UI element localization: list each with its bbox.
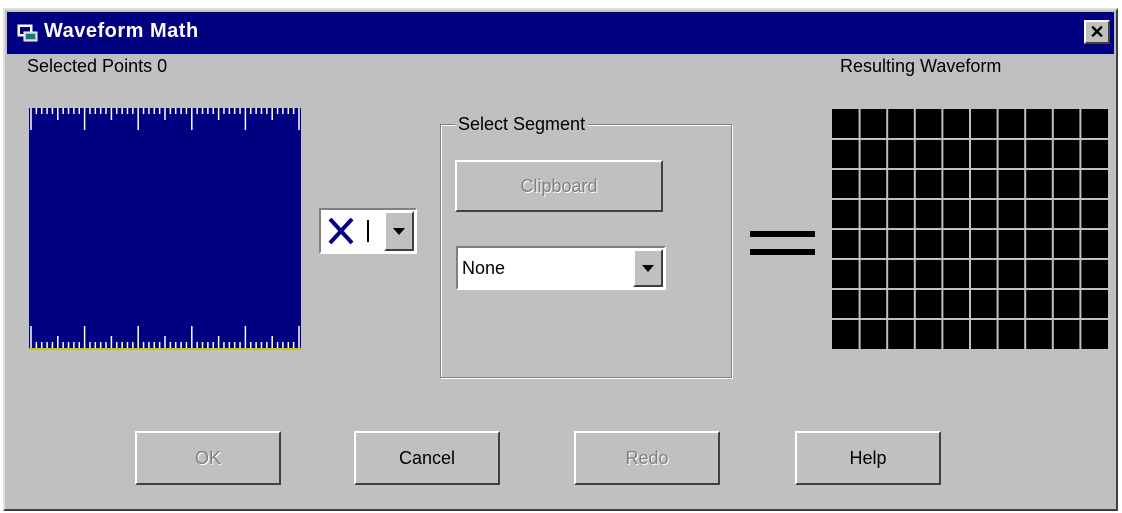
resulting-waveform-grid [832, 109, 1108, 349]
segment-select[interactable]: None [456, 246, 666, 290]
resulting-waveform-display[interactable] [832, 109, 1108, 349]
cancel-button[interactable]: Cancel [354, 431, 500, 485]
operator-dropdown-button[interactable] [384, 211, 414, 251]
redo-button[interactable]: Redo [574, 431, 720, 485]
multiply-operator-icon [328, 217, 369, 245]
equals-bar-bottom [750, 249, 815, 255]
close-icon: ✕ [1089, 22, 1105, 42]
equals-bar-top [750, 231, 815, 237]
ok-button[interactable]: OK [135, 431, 281, 485]
segment-select-value: None [462, 258, 506, 278]
operator-select[interactable] [319, 208, 417, 254]
select-segment-legend: Select Segment [455, 114, 589, 135]
segment-dropdown-button[interactable] [633, 249, 663, 287]
selected-points-label: Selected Points 0 [27, 56, 168, 76]
source-waveform-ticks [30, 108, 300, 348]
scope-window-icon [17, 24, 38, 42]
equals-sign-icon [750, 229, 815, 257]
title-bar[interactable]: Waveform Math ✕ [7, 12, 1114, 54]
help-button[interactable]: Help [795, 431, 941, 485]
clipboard-button[interactable]: Clipboard [455, 160, 663, 212]
chevron-down-icon [642, 265, 654, 272]
source-waveform-display[interactable] [29, 108, 301, 350]
close-button[interactable]: ✕ [1084, 20, 1110, 44]
chevron-down-icon [393, 228, 405, 235]
window-title: Waveform Math [44, 20, 199, 42]
resulting-waveform-label: Resulting Waveform [840, 56, 1002, 76]
